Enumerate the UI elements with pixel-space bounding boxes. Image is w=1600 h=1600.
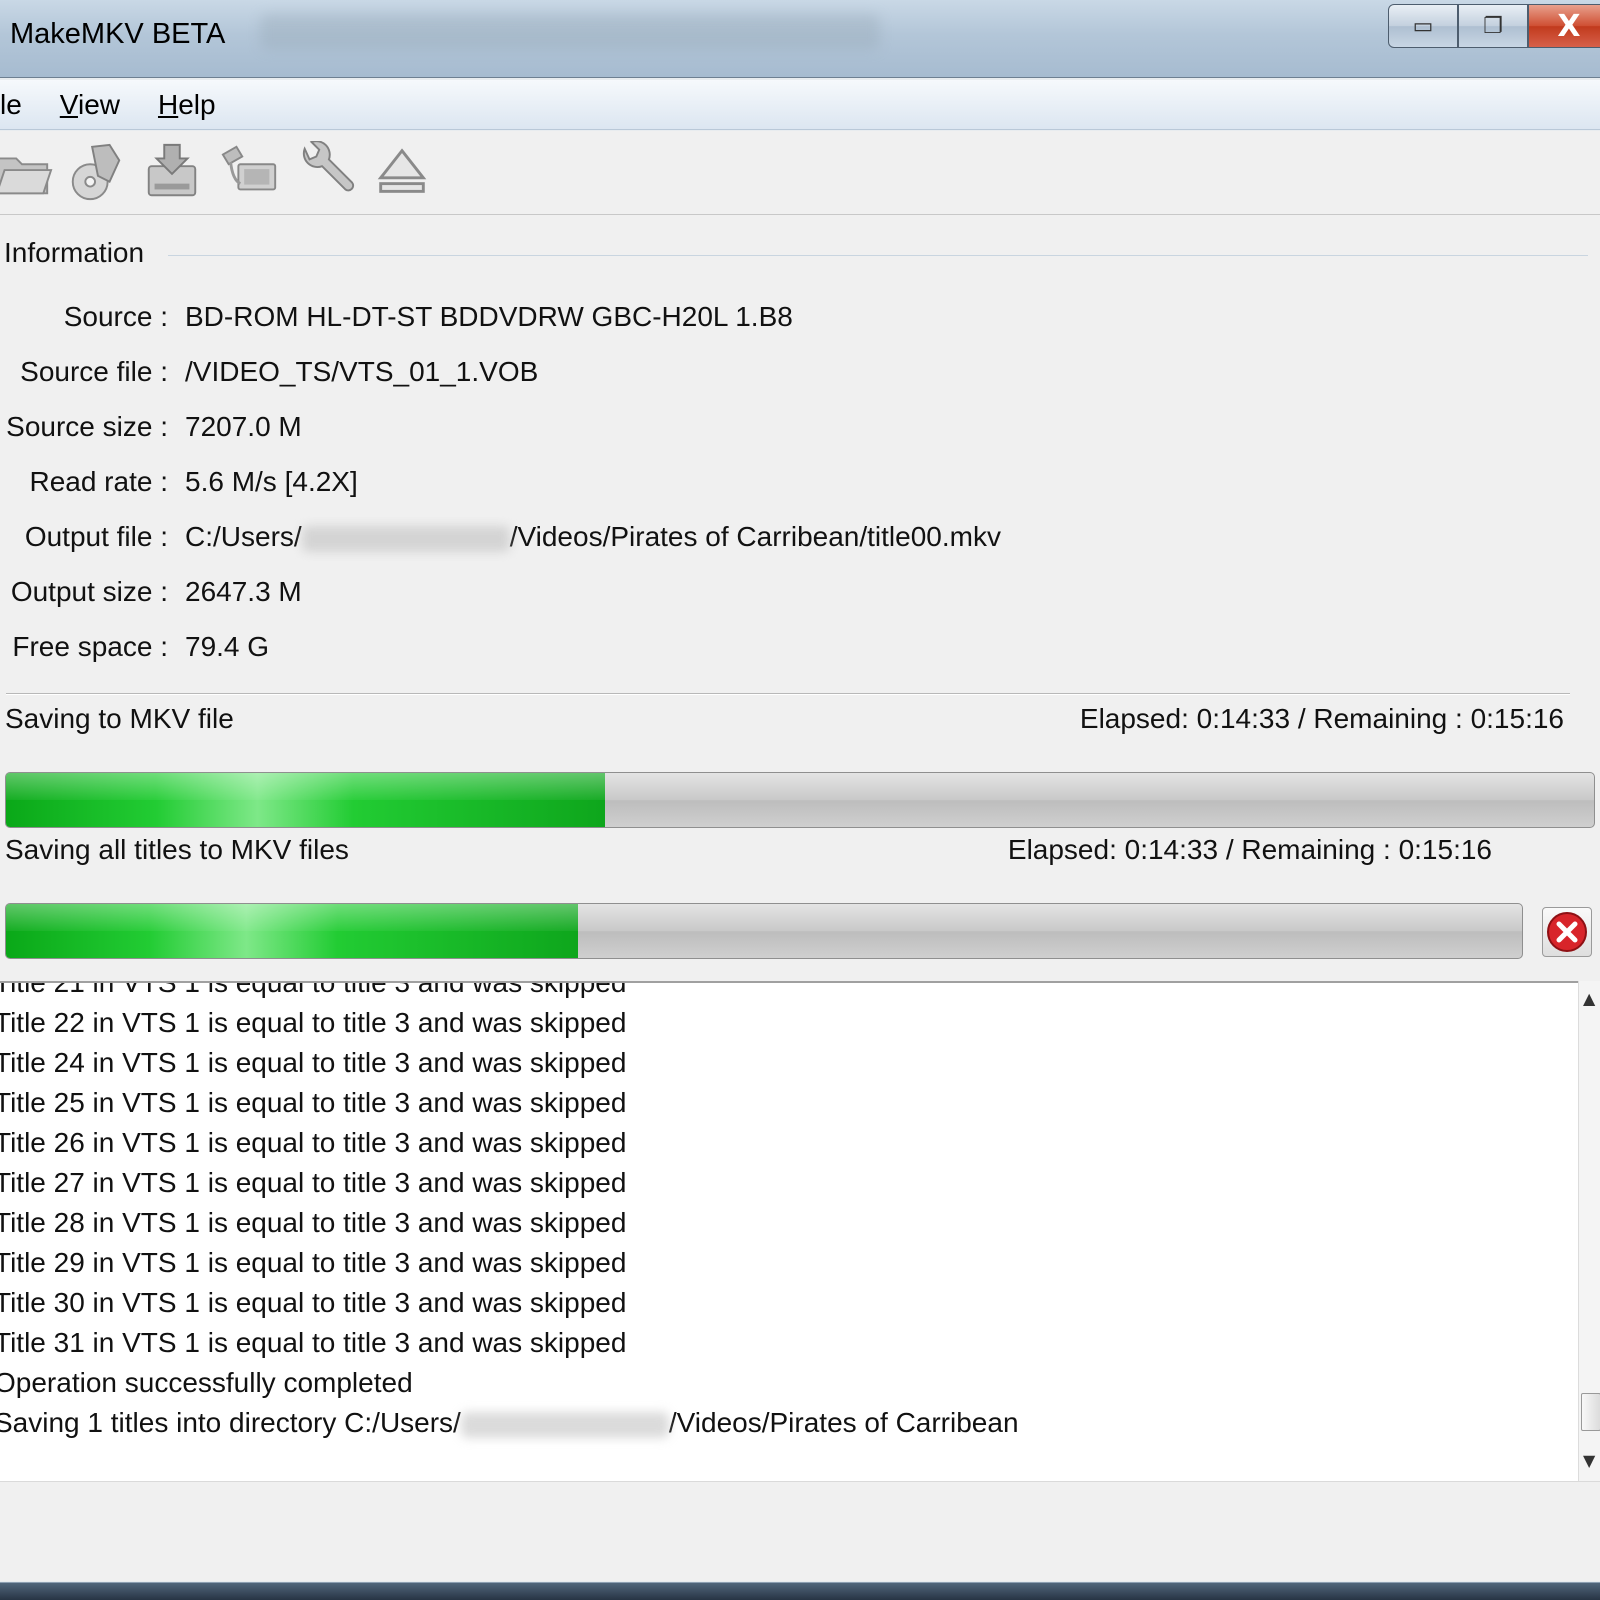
- maximize-icon: ❐: [1483, 13, 1503, 39]
- info-row-free-space: Free space : 79.4 G: [0, 631, 1600, 671]
- total-progress-time: Elapsed: 0:14:33 / Remaining : 0:15:16: [1007, 834, 1492, 865]
- total-progress-label: Saving all titles to MKV files: [5, 834, 349, 865]
- info-label: Read rate :: [29, 466, 168, 497]
- total-progress-fill: [6, 904, 578, 958]
- open-disc-icon: [71, 143, 121, 201]
- log-line: Title 30 in VTS 1 is equal to title 3 an…: [0, 1287, 627, 1318]
- current-progress-bar: [5, 772, 1595, 828]
- cancel-x-icon: [1547, 912, 1587, 952]
- log-line: Title 31 in VTS 1 is equal to title 3 an…: [0, 1327, 627, 1358]
- current-progress-fill: [6, 773, 605, 827]
- close-icon: X: [1557, 8, 1581, 44]
- redacted-username: [301, 525, 510, 552]
- window-title: MakeMKV BETA: [10, 18, 226, 50]
- eject-icon: [377, 148, 427, 193]
- backup-icon: [147, 143, 197, 197]
- info-value: 2647.3 M: [185, 576, 302, 607]
- current-progress-time: Elapsed: 0:14:33 / Remaining : 0:15:16: [1079, 703, 1564, 734]
- settings-button[interactable]: [294, 139, 358, 205]
- log-output[interactable]: Title 21 in VTS 1 is equal to title 3 an…: [0, 981, 1578, 1481]
- info-row-output-file: Output file : C:/Users//Videos/Pirates o…: [0, 521, 1600, 561]
- backup-button[interactable]: [140, 139, 204, 205]
- toolbar: [0, 131, 1600, 215]
- info-value: 5.6 M/s [4.2X]: [185, 466, 358, 497]
- main-client-area: Information Source : BD-ROM HL-DT-ST BDD…: [0, 131, 1600, 1581]
- minimize-icon: ▭: [1412, 13, 1434, 39]
- information-group-header: Information: [4, 237, 145, 268]
- log-line: Title 26 in VTS 1 is equal to title 3 an…: [0, 1127, 627, 1158]
- info-label: Source file :: [20, 356, 168, 387]
- open-files-button[interactable]: [0, 139, 54, 205]
- log-line: Operation successfully completed: [0, 1367, 413, 1398]
- info-label: Output file :: [24, 521, 168, 552]
- separator: [6, 693, 1570, 695]
- info-label: Output size :: [10, 576, 168, 607]
- menu-help[interactable]: Help: [158, 89, 216, 121]
- open-files-icon: [0, 157, 53, 195]
- info-label: Source :: [63, 301, 168, 332]
- status-bar: [0, 1481, 1600, 1581]
- log-line: Title 27 in VTS 1 is equal to title 3 an…: [0, 1167, 627, 1198]
- scroll-thumb[interactable]: [1581, 1393, 1600, 1431]
- log-line: Title 28 in VTS 1 is equal to title 3 an…: [0, 1207, 627, 1238]
- stream-icon: [221, 145, 277, 191]
- info-value: C:/Users//Videos/Pirates of Carribean/ti…: [185, 521, 1001, 552]
- scroll-down-arrow-icon[interactable]: ▼: [1583, 1451, 1595, 1470]
- log-line: Title 25 in VTS 1 is equal to title 3 an…: [0, 1087, 627, 1118]
- menu-bar: le View Help: [0, 80, 1600, 130]
- title-bar[interactable]: MakeMKV BETA ▭ ❐ X: [0, 0, 1600, 78]
- information-group-line: [168, 255, 1588, 256]
- settings-wrench-icon: [302, 141, 355, 192]
- stream-button[interactable]: [218, 139, 282, 205]
- log-line: Title 22 in VTS 1 is equal to title 3 an…: [0, 1007, 627, 1038]
- menu-view[interactable]: View: [60, 89, 120, 121]
- log-line: Title 29 in VTS 1 is equal to title 3 an…: [0, 1247, 627, 1278]
- info-value: 7207.0 M: [185, 411, 302, 442]
- total-progress-bar: [5, 903, 1523, 959]
- info-label: Source size :: [6, 411, 168, 442]
- info-row-source-size: Source size : 7207.0 M: [0, 411, 1600, 451]
- open-disc-button[interactable]: [64, 139, 128, 205]
- info-value: /VIDEO_TS/VTS_01_1.VOB: [185, 356, 539, 387]
- info-row-output-size: Output size : 2647.3 M: [0, 576, 1600, 616]
- log-line: Saving 1 titles into directory C:/Users/…: [0, 1407, 1019, 1438]
- current-progress-label: Saving to MKV file: [5, 703, 234, 734]
- minimize-button[interactable]: ▭: [1388, 4, 1458, 48]
- log-line: Title 24 in VTS 1 is equal to title 3 an…: [0, 1047, 627, 1078]
- info-value: BD-ROM HL-DT-ST BDDVDRW GBC-H20L 1.B8: [185, 301, 793, 332]
- taskbar: [0, 1582, 1600, 1600]
- maximize-button[interactable]: ❐: [1458, 4, 1528, 48]
- info-value: 79.4 G: [185, 631, 270, 662]
- close-button[interactable]: X: [1528, 4, 1600, 48]
- blurred-title-region: [260, 14, 880, 50]
- window-controls: ▭ ❐ X: [1388, 4, 1600, 48]
- log-line: Title 21 in VTS 1 is equal to title 3 an…: [0, 981, 627, 998]
- cancel-button[interactable]: [1542, 907, 1592, 957]
- eject-button[interactable]: [370, 139, 434, 205]
- redacted-username: [460, 1411, 669, 1438]
- log-scrollbar[interactable]: ▲ ▼: [1578, 981, 1600, 1481]
- info-row-source: Source : BD-ROM HL-DT-ST BDDVDRW GBC-H20…: [0, 301, 1600, 341]
- info-row-source-file: Source file : /VIDEO_TS/VTS_01_1.VOB: [0, 356, 1600, 396]
- info-label: Free space :: [12, 631, 168, 662]
- menu-file[interactable]: le: [0, 89, 22, 121]
- scroll-up-arrow-icon[interactable]: ▲: [1583, 989, 1595, 1008]
- info-row-read-rate: Read rate : 5.6 M/s [4.2X]: [0, 466, 1600, 506]
